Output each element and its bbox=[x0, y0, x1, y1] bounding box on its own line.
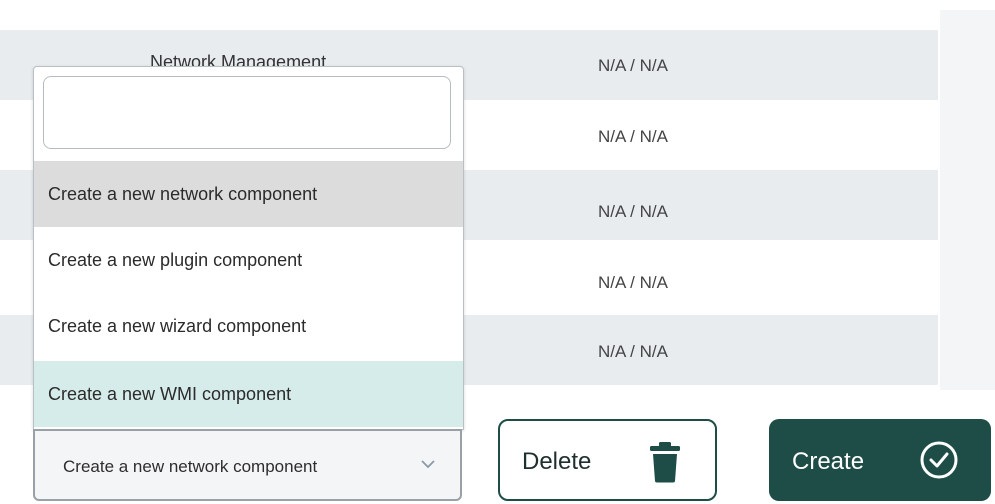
component-type-select[interactable]: Create a new network component bbox=[33, 429, 462, 501]
option-wmi-component[interactable]: Create a new WMI component bbox=[34, 361, 463, 427]
row-value: N/A / N/A bbox=[598, 273, 668, 292]
chevron-down-icon bbox=[421, 460, 435, 469]
delete-button[interactable]: Delete bbox=[498, 419, 717, 501]
option-wizard-component[interactable]: Create a new wizard component bbox=[34, 293, 463, 359]
trash-icon bbox=[650, 442, 680, 483]
option-network-component[interactable]: Create a new network component bbox=[34, 161, 463, 227]
select-value: Create a new network component bbox=[63, 457, 318, 476]
check-circle-icon bbox=[920, 441, 958, 479]
row-value: N/A / N/A bbox=[598, 202, 668, 221]
create-button-label: Create bbox=[792, 448, 865, 475]
delete-button-label: Delete bbox=[522, 448, 592, 475]
row-value: N/A / N/A bbox=[598, 342, 668, 361]
component-create-panel: Network Management N/A / N/A N/A / N/A N… bbox=[0, 0, 995, 504]
row-value: N/A / N/A bbox=[598, 56, 668, 75]
dropdown-search-input[interactable] bbox=[43, 76, 451, 149]
create-button[interactable]: Create bbox=[769, 419, 991, 501]
row-value: N/A / N/A bbox=[598, 127, 668, 146]
option-plugin-component[interactable]: Create a new plugin component bbox=[34, 227, 463, 293]
scroll-track bbox=[940, 10, 995, 390]
dropdown-menu: Create a new network component Create a … bbox=[33, 66, 464, 430]
